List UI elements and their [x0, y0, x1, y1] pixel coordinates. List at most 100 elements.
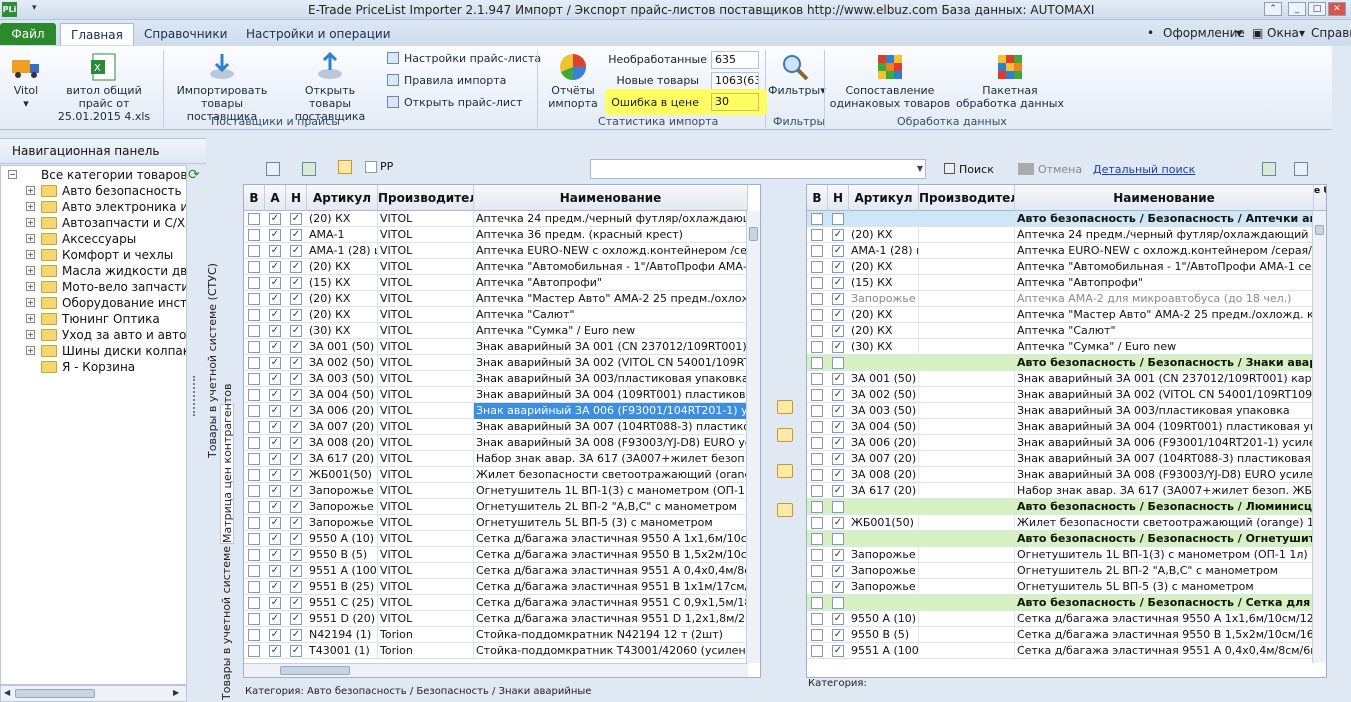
v-checkbox[interactable]	[248, 581, 260, 593]
n-checkbox[interactable]: ✓	[290, 357, 302, 369]
v-checkbox[interactable]	[811, 245, 823, 257]
n-checkbox[interactable]: ✓	[290, 261, 302, 273]
scroll-thumb[interactable]	[1315, 225, 1324, 235]
a-checkbox[interactable]: ✓	[269, 405, 281, 417]
table-row[interactable]: ✓ ✓ Запорожье VITOL Огнетушитель 5L ВП-5 (3)…	[244, 515, 748, 531]
v-checkbox[interactable]	[248, 421, 260, 433]
n-checkbox[interactable]: ✓	[290, 213, 302, 225]
table-row[interactable]: ✓ ✓ (30) КХ VITOL Аптечка "Сумка" / Euro new	[244, 323, 748, 339]
n-checkbox[interactable]: ✓	[290, 469, 302, 481]
nav-item[interactable]: Я - Корзина	[1, 359, 186, 375]
n-checkbox[interactable]: ✓	[832, 405, 844, 417]
v-checkbox[interactable]	[811, 581, 823, 593]
tab-price-matrix[interactable]: Матрица цен контрагентов	[220, 384, 234, 544]
n-checkbox[interactable]: ✓	[832, 549, 844, 561]
table-row[interactable]: ✓ (20) КХ Аптечка "Автомобильная - 1"/Авто…	[807, 259, 1322, 275]
n-checkbox[interactable]: ✓	[832, 229, 844, 241]
nav-horizontal-scrollbar[interactable]: ◀ ▶	[0, 685, 187, 702]
a-checkbox[interactable]: ✓	[269, 485, 281, 497]
cancel-button[interactable]: Отмена	[1018, 163, 1082, 176]
a-checkbox[interactable]: ✓	[269, 645, 281, 657]
v-checkbox[interactable]	[248, 357, 260, 369]
table-row[interactable]: ✓ ✓ ЗА 002 (50) VITOL Знак аварийный ЗА 002 …	[244, 355, 748, 371]
table-row[interactable]: ✓ ✓ 9551 D (20) VITOL Сетка д/багажа эластич…	[244, 611, 748, 627]
a-checkbox[interactable]: ✓	[269, 453, 281, 465]
n-checkbox[interactable]: ✓	[290, 437, 302, 449]
a-checkbox[interactable]: ✓	[269, 437, 281, 449]
table-row[interactable]: ✓ ✓ ЖБ001(50) VITOL Жилет безопасности свето…	[244, 467, 748, 483]
column-header[interactable]: Артикул	[307, 185, 378, 211]
import-goods-button[interactable]: Импортировать товары поставщика	[165, 52, 279, 123]
v-checkbox[interactable]	[811, 517, 823, 529]
scroll-thumb[interactable]	[749, 227, 758, 241]
column-header[interactable]: Производитель	[919, 185, 1015, 211]
nav-item[interactable]: + Масла жидкости двор	[1, 263, 186, 279]
n-checkbox[interactable]: ✓	[290, 645, 302, 657]
a-checkbox[interactable]: ✓	[269, 469, 281, 481]
export-grid-icon[interactable]	[1294, 162, 1308, 176]
n-checkbox[interactable]: ✓	[290, 325, 302, 337]
table-row[interactable]: ✓ Запорожье (5 Огнетушитель 2L ВП-2 "А,В,С…	[807, 563, 1322, 579]
v-checkbox[interactable]	[248, 629, 260, 641]
v-checkbox[interactable]	[248, 613, 260, 625]
v-checkbox[interactable]	[248, 517, 260, 529]
tab-goods-accounting-stus[interactable]: Товары в учетной системе (СТУС)	[206, 263, 220, 458]
minimize-icon[interactable]: _	[1288, 2, 1306, 16]
table-row[interactable]: ✓ ✓ Запорожье (5VITOLОгнетушитель 2L ВП-2 …	[244, 499, 748, 515]
table-row[interactable]: ✓ ✓ ЗА 006 (20) VITOL Знак аварийный ЗА 006 …	[244, 403, 748, 419]
v-checkbox[interactable]	[248, 549, 260, 561]
table-row[interactable]: ✓ ЗА 002 (50) Знак аварийный ЗА 002 (VITOL…	[807, 387, 1322, 403]
table-row[interactable]: ✓ 9551 А (100) Сетка д/багажа эластичная 9…	[807, 643, 1322, 659]
n-checkbox[interactable]	[832, 597, 844, 609]
n-checkbox[interactable]: ✓	[832, 453, 844, 465]
a-checkbox[interactable]: ✓	[269, 629, 281, 641]
open-pricelist-button[interactable]: Открыть прайс-лист	[387, 96, 522, 109]
import-reports-button[interactable]: Отчёты импорта	[543, 52, 603, 110]
table-row[interactable]: ✓ ✓ ЗА 008 (20) VITOL Знак аварийный ЗА 008 …	[244, 435, 748, 451]
splitter-grip[interactable]	[193, 376, 197, 416]
table-row[interactable]: ✓ ЗА 008 (20) Знак аварийный ЗА 008 (F9300…	[807, 467, 1322, 483]
expand-icon[interactable]: +	[26, 346, 35, 355]
table-row[interactable]: ✓ ✓ 9551 В (25) VITOL Сетка д/багажа эластич…	[244, 579, 748, 595]
category-row[interactable]: Авто безопасность / Безопасность / Знаки…	[807, 355, 1314, 371]
a-checkbox[interactable]: ✓	[269, 341, 281, 353]
column-header[interactable]: Производитель	[378, 185, 474, 211]
n-checkbox[interactable]	[832, 533, 844, 545]
v-checkbox[interactable]	[248, 277, 260, 289]
v-checkbox[interactable]	[811, 341, 823, 353]
n-checkbox[interactable]: ✓	[832, 629, 844, 641]
v-checkbox[interactable]	[248, 437, 260, 449]
nav-root[interactable]: − Все категории товаров	[1, 167, 186, 183]
v-checkbox[interactable]	[811, 325, 823, 337]
table-row[interactable]: ✓ ЗА 004 (50) Знак аварийный ЗА 004 (109RT…	[807, 419, 1322, 435]
table-row[interactable]: ✓ ✓ 9551 А (100) VITOL Сетка д/багажа эласти…	[244, 563, 748, 579]
table-row[interactable]: ✓ Запорожье А Аптечка АМА-2 для микроавтоб…	[807, 291, 1322, 307]
scroll-right-icon[interactable]: ▶	[173, 688, 179, 697]
expand-icon[interactable]: +	[26, 330, 35, 339]
collapse-icon[interactable]: −	[8, 170, 17, 179]
search-input[interactable]: ▼	[590, 159, 926, 179]
n-checkbox[interactable]: ✓	[290, 501, 302, 513]
n-checkbox[interactable]: ✓	[832, 389, 844, 401]
table-row[interactable]: ✓ ✓ 9550 А (10) VITOL Сетка д/багажа эластич…	[244, 531, 748, 547]
table-row[interactable]: ✓ ✓ (20) КХ VITOL Аптечка "Салют"	[244, 307, 748, 323]
v-checkbox[interactable]	[811, 501, 823, 513]
nav-item[interactable]: + Авто электроника и э	[1, 199, 186, 215]
v-checkbox[interactable]	[248, 261, 260, 273]
chevron-down-icon[interactable]: ▼	[917, 164, 923, 173]
a-checkbox[interactable]: ✓	[269, 245, 281, 257]
table-row[interactable]: ✓ ✓ АМА-1 (28) ш VITOL Аптечка EURO-NEW с ох…	[244, 243, 748, 259]
v-checkbox[interactable]	[248, 645, 260, 657]
a-checkbox[interactable]: ✓	[269, 581, 281, 593]
table-row[interactable]: ✓ ✓ ЗА 001 (50) VITOL Знак аварийный ЗА 001 …	[244, 339, 748, 355]
n-checkbox[interactable]: ✓	[290, 629, 302, 641]
v-checkbox[interactable]	[811, 469, 823, 481]
table-row[interactable]: ✓ ✓ (15) КХ VITOL Аптечка "Автопрофи"	[244, 275, 748, 291]
v-checkbox[interactable]	[811, 613, 823, 625]
n-checkbox[interactable]: ✓	[832, 645, 844, 657]
tab-reference[interactable]: Справочники	[134, 23, 237, 45]
table-row[interactable]: ✓ ✓ (20) КХ VITOL Аптечка "Мастер Авто" АМА-…	[244, 291, 748, 307]
nav-item[interactable]: + Комфорт и чехлы	[1, 247, 186, 263]
column-header[interactable]: А	[265, 185, 286, 211]
n-checkbox[interactable]: ✓	[832, 437, 844, 449]
